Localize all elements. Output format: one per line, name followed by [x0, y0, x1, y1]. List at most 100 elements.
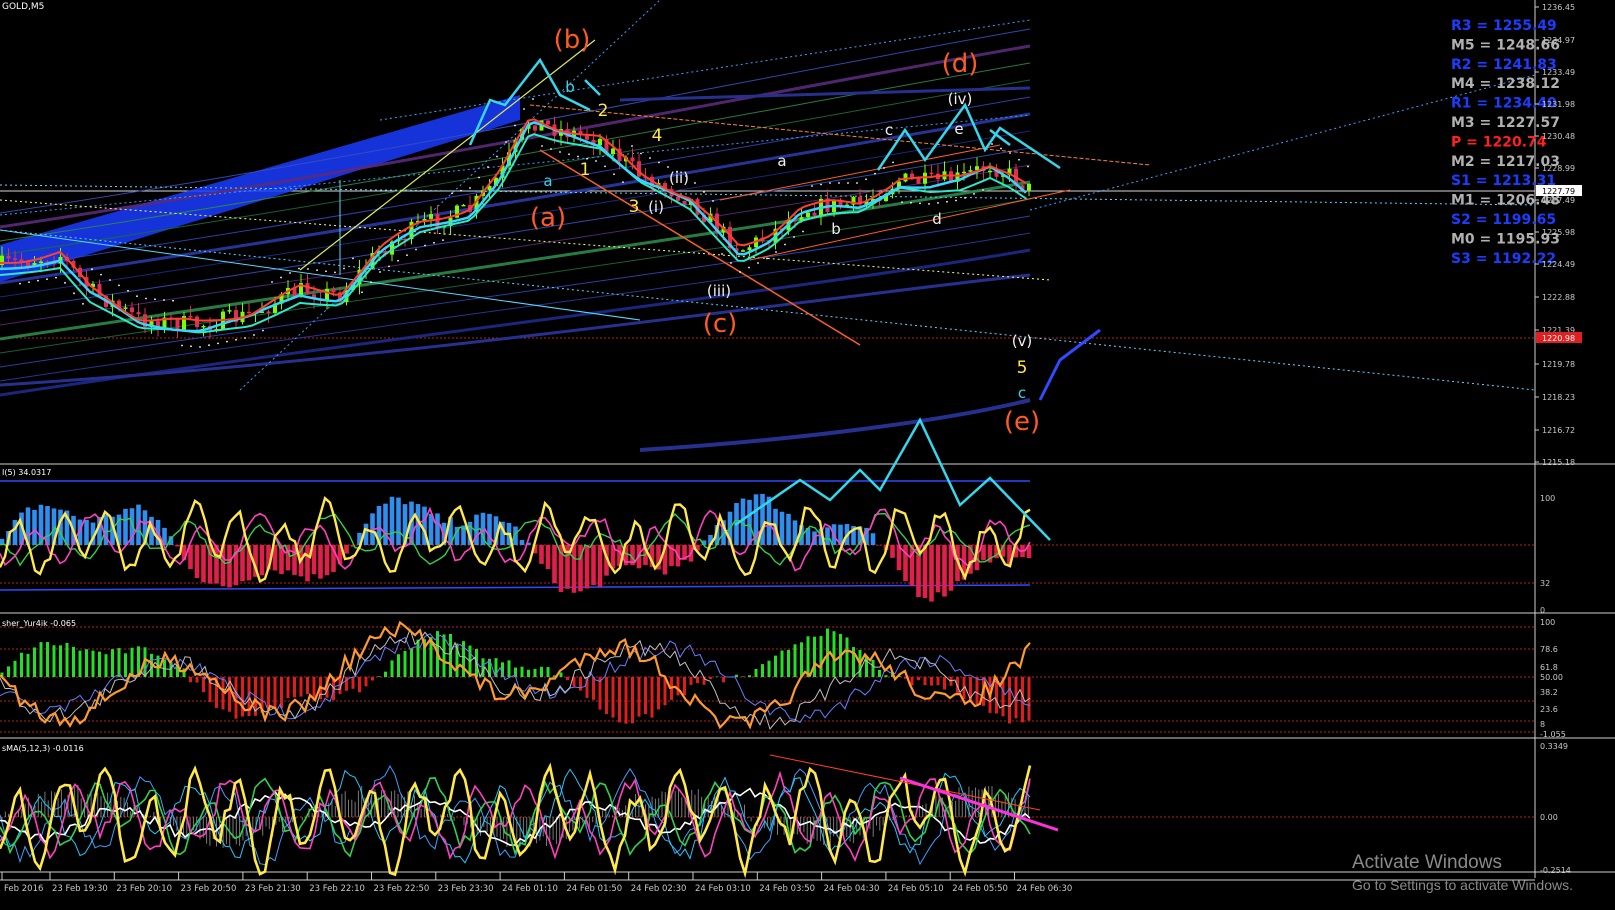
fisher-histogram-bar — [65, 642, 69, 677]
fisher-histogram-bar — [683, 677, 686, 696]
fisher-histogram-bar — [98, 651, 101, 677]
parabolic-dot — [496, 155, 498, 158]
sub-axis-label: 61.8 — [1540, 663, 1558, 672]
candle-body — [175, 319, 180, 330]
pivot-equals: = — [1475, 37, 1496, 53]
parabolic-dot — [289, 272, 291, 274]
candle-body — [903, 173, 908, 182]
candle-body — [968, 170, 973, 172]
parabolic-dot — [928, 203, 930, 205]
parabolic-dot — [568, 153, 570, 156]
rsi-histogram-bar — [344, 545, 349, 554]
chart-canvas[interactable]: (b) (d) (a) (c) (e) (iv) (ii) (i) (iii) (v) 2 4 3 1 5 a… — [0, 0, 1615, 910]
parabolic-dot — [388, 265, 390, 268]
cyan-trendline — [0, 229, 641, 321]
candle-body — [201, 325, 206, 328]
rsi-histogram-bar — [825, 527, 830, 545]
parabolic-dot — [361, 291, 363, 294]
time-tick-label: 23 Feb 19:30 — [52, 884, 108, 894]
rsi-histogram-bar — [760, 493, 765, 545]
parabolic-dot — [244, 337, 246, 339]
fisher-histogram-bar — [189, 677, 192, 683]
fisher-pane[interactable]: sher_Yur4ik -0.065 10078.661.850.0038.223… — [0, 618, 1566, 739]
parabolic-dot — [208, 344, 210, 347]
parabolic-dot — [703, 191, 705, 193]
rsi-histogram-bar — [942, 545, 947, 597]
pivot-level-name: M3 — [1451, 115, 1475, 131]
pivot-equals: = — [1475, 193, 1496, 209]
fisher-histogram-bar — [111, 649, 114, 677]
parabolic-dot — [577, 155, 579, 158]
price-tick-label: 1216.72 — [1542, 426, 1575, 435]
rsi-histogram-bar — [584, 545, 590, 589]
parabolic-dot — [658, 161, 660, 164]
fisher-histogram-bar — [72, 646, 75, 677]
wave-label: (i) — [648, 198, 664, 216]
fisher-histogram-bar — [527, 669, 530, 677]
sub-axis-label: 32 — [1540, 579, 1550, 588]
rsi-histogram-bar — [389, 496, 395, 545]
fisher-histogram-bar — [267, 677, 270, 709]
price-tick-label: 1219.78 — [1542, 360, 1575, 369]
parabolic-dot — [937, 202, 939, 204]
candle-body — [741, 250, 745, 252]
parabolic-dot — [73, 292, 75, 295]
price-tick-label: 1218.23 — [1542, 393, 1575, 402]
fisher-histogram-bar — [715, 676, 719, 677]
rsi-histogram-bar — [545, 545, 551, 570]
pivot-level-name: S3 — [1451, 251, 1471, 267]
parabolic-dot — [460, 189, 462, 192]
parabolic-dot — [145, 297, 147, 300]
price-tick-label: 1215.18 — [1542, 458, 1575, 467]
candle-body — [988, 170, 992, 173]
fisher-histogram-bar — [650, 677, 654, 718]
parabolic-dot — [847, 182, 849, 184]
fisher-histogram-bar — [33, 647, 36, 677]
parabolic-dot — [631, 145, 633, 147]
macd-divergence-line — [769, 754, 1041, 811]
rsi-histogram-bar — [123, 508, 128, 545]
wave-label: 3 — [629, 197, 640, 217]
fisher-histogram-bar — [884, 675, 888, 677]
candle-body — [929, 172, 934, 175]
parabolic-dot — [46, 278, 48, 281]
candle-body — [123, 307, 128, 309]
parabolic-dot — [199, 346, 201, 348]
candle-body — [429, 214, 433, 219]
macd-pane[interactable]: sMA(5,12,3) -0.0116 0.3349 0.00 -0.2514 — [0, 742, 1571, 879]
sub-axis-label: 0 — [1540, 606, 1545, 615]
fisher-histogram-bar — [696, 677, 699, 684]
rsi-pane[interactable]: I(5) 34.0317 100 32 0 — [0, 417, 1555, 615]
time-tick-label: 24 Feb 04:30 — [824, 884, 880, 894]
parabolic-dot — [298, 267, 300, 270]
candle-body — [26, 262, 30, 267]
parabolic-dot — [28, 281, 30, 284]
fisher-histogram-bar — [611, 677, 615, 718]
fisher-histogram-bar — [280, 677, 283, 709]
fisher-histogram-bar — [39, 642, 43, 677]
pivot-level: P = 1220.74 — [1451, 134, 1547, 150]
time-tick-label: 23 Feb 22:10 — [309, 884, 365, 894]
envelope-bottom — [639, 398, 1031, 452]
sub-axis-label: -1.055 — [1540, 730, 1566, 739]
parabolic-dot — [712, 200, 714, 202]
wave-label: 4 — [652, 126, 663, 146]
parabolic-dot — [865, 178, 867, 181]
parabolic-dot — [64, 281, 66, 284]
wave-label: (d) — [942, 49, 979, 79]
time-tick-label: 24 Feb 05:10 — [888, 884, 944, 894]
macd-band-cyan — [0, 768, 1031, 864]
fisher-histogram-bar — [832, 631, 836, 677]
wave-label: (iv) — [948, 90, 973, 108]
parabolic-dot — [838, 182, 840, 184]
fisher-histogram-bar — [559, 672, 563, 677]
main-price-axis: 1236.45 1234.97 1233.49 1231.98 1230.48 1228.… — [1535, 3, 1582, 467]
fisher-histogram-bar — [1008, 677, 1011, 724]
fisher-histogram-bar — [364, 677, 368, 687]
parabolic-dot — [217, 342, 219, 345]
parabolic-dot — [487, 166, 489, 168]
rsi-histogram-bar — [552, 545, 557, 584]
pivot-level-name: M2 — [1451, 154, 1475, 170]
cyan-zigzag — [876, 102, 1061, 171]
fisher-histogram-bar — [533, 668, 537, 677]
